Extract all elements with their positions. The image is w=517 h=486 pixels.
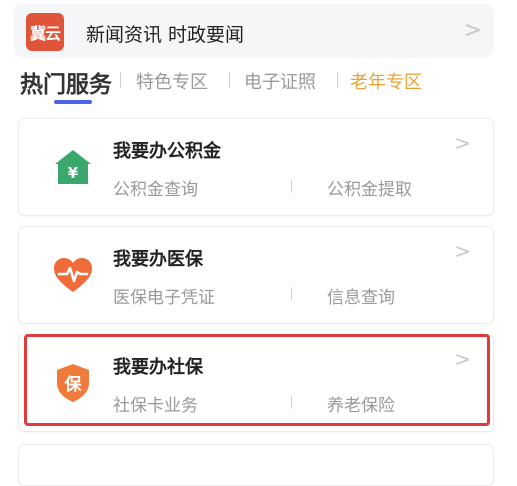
service-title: 我要办公积金 (113, 141, 221, 162)
tab-separator (337, 72, 338, 88)
svg-text:保: 保 (64, 374, 83, 395)
tab-separator (120, 72, 121, 88)
news-banner[interactable]: 冀云 新闻资讯 时政要闻 > (14, 4, 494, 58)
service-card-medical-insurance[interactable]: 我要办医保 医保电子凭证 信息查询 > (18, 226, 494, 324)
active-tab-indicator (54, 100, 92, 104)
action-info-query[interactable]: 信息查询 (327, 283, 395, 308)
shield-bao-icon: 保 (57, 364, 89, 402)
service-card-social-security[interactable]: 保 我要办社保 社保卡业务 养老保险 > (18, 334, 494, 432)
action-divider (291, 179, 292, 193)
chevron-right-icon: > (454, 131, 471, 155)
house-yuan-icon: ¥ (55, 150, 91, 184)
service-card-partial[interactable] (18, 444, 494, 486)
action-social-card[interactable]: 社保卡业务 (113, 391, 198, 416)
tab-hot-services[interactable]: 热门服务 (20, 65, 112, 99)
chevron-right-icon: > (454, 347, 471, 371)
action-divider (291, 287, 292, 301)
service-card-housing-fund[interactable]: ¥ 我要办公积金 公积金查询 公积金提取 > (18, 118, 494, 216)
heart-pulse-icon (54, 258, 92, 292)
tab-elderly-zone[interactable]: 老年专区 (350, 68, 422, 94)
tab-separator (229, 72, 230, 88)
chevron-right-icon: > (454, 239, 471, 263)
tab-featured-zone[interactable]: 特色专区 (136, 68, 208, 94)
service-title: 我要办社保 (113, 357, 203, 378)
action-fund-query[interactable]: 公积金查询 (113, 175, 198, 200)
action-divider (291, 395, 292, 409)
news-title: 新闻资讯 时政要闻 (86, 24, 245, 46)
action-fund-withdraw[interactable]: 公积金提取 (327, 175, 412, 200)
service-title: 我要办医保 (113, 249, 203, 270)
tab-e-certificates[interactable]: 电子证照 (244, 68, 316, 94)
svg-text:¥: ¥ (68, 164, 79, 182)
service-tabs: 热门服务 特色专区 电子证照 老年专区 (20, 68, 500, 108)
action-pension-insurance[interactable]: 养老保险 (327, 391, 395, 416)
chevron-right-icon: > (463, 18, 482, 43)
action-medical-e-voucher[interactable]: 医保电子凭证 (113, 283, 215, 308)
app-logo: 冀云 (26, 13, 64, 51)
